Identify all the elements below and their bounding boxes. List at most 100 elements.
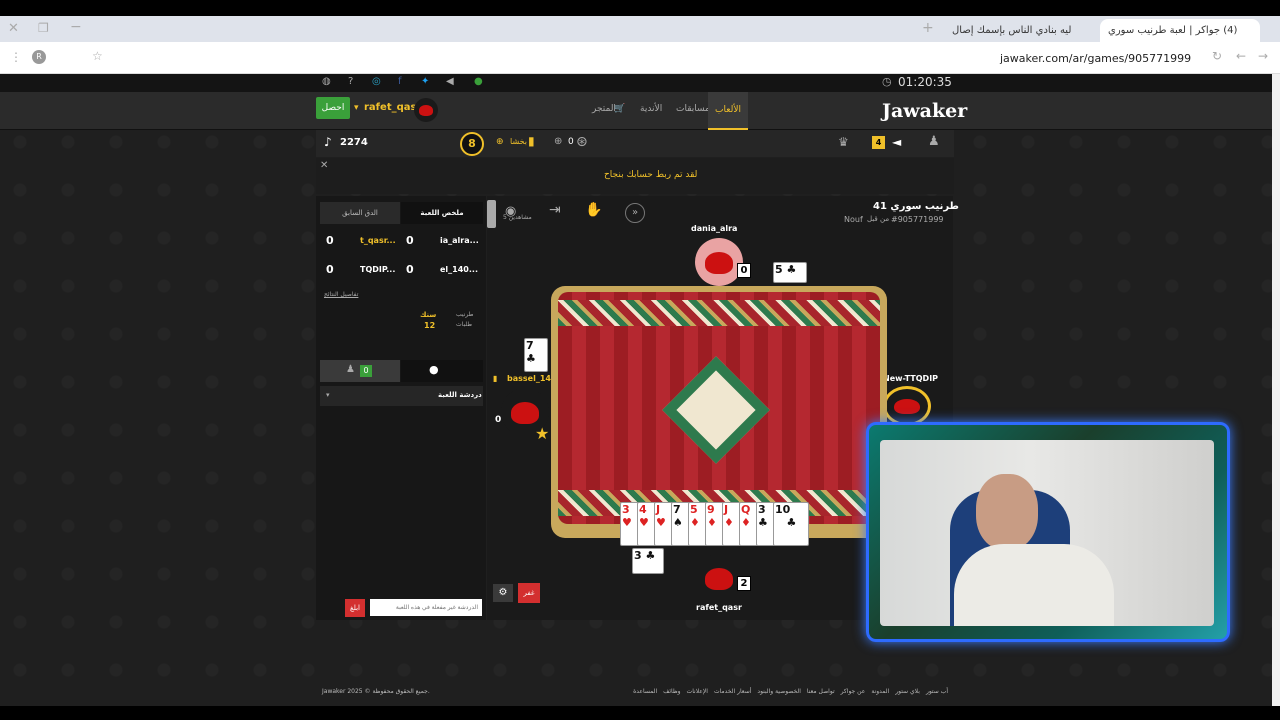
globe-icon[interactable]: ◍ [322, 76, 331, 87]
instagram-icon[interactable]: ◎ [372, 76, 381, 87]
player-cell: TQDIP... [360, 265, 396, 274]
tab-active[interactable]: (4) جواكر | لعبة طرنيب سوري [1100, 19, 1260, 42]
chat-input[interactable] [370, 599, 482, 616]
clock-text: 01:20:35 [898, 75, 952, 89]
player-cell: el_140... [440, 265, 478, 274]
results-details-link[interactable]: تفاصيل النتائج [324, 291, 358, 298]
game-title: طرنيب سوري 41 [873, 201, 959, 212]
rug-pattern [662, 356, 770, 464]
forward-icon[interactable]: → [1258, 49, 1268, 63]
fast-forward-icon[interactable]: » [625, 203, 645, 223]
new-tab-icon[interactable]: + [922, 20, 934, 36]
requests-label: طلبات [456, 321, 473, 328]
player-cell: t_qasr... [360, 236, 396, 245]
trophy-icon[interactable]: ♛ [838, 135, 849, 149]
tab-inactive[interactable]: ليه بنادي الناس بإسمك إصال [944, 19, 1099, 42]
chevron-down-icon[interactable]: ▾ [326, 391, 330, 399]
restore-window-icon[interactable]: ❐ [38, 21, 49, 35]
online-count: 0 [360, 365, 372, 377]
megaphone-icon[interactable]: ◄ [892, 135, 901, 149]
host-prefix: من قبل [867, 215, 890, 223]
settings-gear-icon[interactable]: ⚙ [493, 584, 513, 602]
friends-icon[interactable]: ♟ [928, 134, 940, 149]
chat-title: دردشة اللعبة [438, 391, 482, 399]
hand-card[interactable]: 10 ♣ [773, 502, 809, 546]
panel-toggle[interactable] [487, 200, 496, 228]
minimize-window-icon[interactable]: − [70, 19, 82, 35]
report-button[interactable]: ابلغ [345, 599, 365, 617]
reload-icon[interactable]: ↻ [1212, 49, 1222, 63]
footer-link[interactable]: الإعلانات [687, 688, 708, 695]
footer-link[interactable]: أسعار الخدمات [714, 688, 751, 695]
profile-icon[interactable]: R [32, 50, 46, 64]
player-top-name: dania_alra [691, 224, 738, 233]
player-left-score: 0 [495, 415, 502, 425]
close-icon[interactable]: ✕ [320, 160, 328, 171]
menu-icon[interactable]: ⋮ [10, 50, 22, 64]
status-bar: ♪ 2274 8 ⊕ بخشا ▮ ⊕ 0 ⊛ ♛ 4 ◄ ♟ [316, 130, 954, 157]
footer-link[interactable]: الخصوصية والبنود [757, 688, 801, 695]
jawaker-logo[interactable]: Jawaker [882, 100, 967, 122]
lock-icon: ▮ [493, 374, 498, 383]
copyright: Jawaker 2025 © جميع الحقوق محفوظة. [322, 688, 430, 695]
tab-chat[interactable] [401, 360, 483, 382]
dealer-star-icon: ★ [535, 424, 550, 443]
sound-icon[interactable]: ◀ [446, 76, 454, 87]
forfeit-button[interactable]: غفر [518, 583, 540, 603]
footer-link[interactable]: المدونة [871, 688, 889, 695]
android-icon[interactable]: ● [474, 76, 483, 87]
twitter-icon[interactable]: ✦ [421, 76, 429, 87]
game-id: #905771999 [891, 215, 944, 224]
player-bottom-avatar[interactable] [695, 554, 743, 602]
table-rug [558, 292, 880, 524]
score-cell: 0 [326, 234, 334, 247]
nav-tournaments[interactable]: مسابقات [676, 104, 710, 114]
exit-icon[interactable]: ⇥ [549, 202, 561, 218]
player-bottom-name: rafet_qasr [696, 603, 742, 612]
clock-icon: ◷ [882, 75, 892, 88]
page-scrollbar[interactable] [1272, 74, 1280, 706]
host-name: Nouf [844, 215, 863, 224]
username[interactable]: rafet_qasr [364, 102, 421, 113]
coin-icon: ⊛ [576, 134, 588, 150]
add-coins-icon[interactable]: ⊕ [554, 136, 562, 147]
address-bar: ⋮ R ☆ jawaker.com/ar/games/905771999 ↻ ←… [0, 42, 1280, 74]
nav-games[interactable]: الألعاب [708, 92, 748, 130]
help-icon[interactable]: ? [348, 76, 353, 87]
url-field[interactable]: jawaker.com/ar/games/905771999 [1000, 52, 1191, 65]
player-top-avatar[interactable] [695, 238, 743, 286]
facebook-icon[interactable]: f [398, 76, 402, 87]
webcam-video [880, 440, 1214, 626]
footer-links: أب ستور بلاي ستور المدونة عن جواكر تواصل… [592, 688, 948, 695]
tab-game-summary[interactable]: ملخص اللعبة [401, 202, 483, 224]
banner-text: لقد تم ربط حسابك بنجاح [604, 170, 698, 180]
person-shirt [954, 544, 1114, 626]
cart-icon: 🛒 [614, 104, 626, 114]
balance-icon: ♪ [324, 135, 332, 149]
vip-label[interactable]: بخشا [510, 137, 527, 146]
footer-link[interactable]: المساعدة [633, 688, 657, 695]
footer-link[interactable]: أب ستور [926, 688, 948, 695]
user-avatar[interactable] [414, 98, 438, 122]
level-badge[interactable]: 8 [460, 132, 484, 156]
hand-icon[interactable]: ✋ [585, 202, 602, 218]
bookmark-star-icon[interactable]: ☆ [92, 49, 103, 63]
score-cell: 0 [406, 263, 414, 276]
nav-store[interactable]: المتجر [592, 104, 616, 114]
people-icon: ♟ [346, 364, 355, 375]
footer-link[interactable]: بلاي ستور [895, 688, 920, 695]
footer-link[interactable]: وظائف [663, 688, 680, 695]
get-button[interactable]: احصل [316, 97, 350, 119]
footer-link[interactable]: تواصل معنا [807, 688, 835, 695]
footer-link[interactable]: عن جواكر [841, 688, 866, 695]
player-hand: 3 ♥ 4 ♥ J ♥ 7 ♠ 5 ♦ 9 ♦ J ♦ Q ♦ 3 ♣ 10 ♣ [620, 502, 810, 548]
close-window-icon[interactable]: ✕ [8, 21, 19, 36]
tab-previous-hand[interactable]: الدق السابق [320, 202, 400, 224]
dropdown-icon[interactable]: ▾ [354, 103, 359, 113]
game-summary-panel: الدق السابق ملخص اللعبة 0 t_qasr... 0 ia… [316, 196, 486, 620]
main-nav: احصل ▾ rafet_qasr المتجر 🛒 الأندية مسابق… [0, 92, 1272, 130]
back-icon[interactable]: ← [1236, 49, 1246, 63]
nav-clubs[interactable]: الأندية [640, 104, 662, 114]
player-right-avatar[interactable] [883, 386, 931, 426]
add-vip-icon[interactable]: ⊕ [496, 137, 504, 147]
